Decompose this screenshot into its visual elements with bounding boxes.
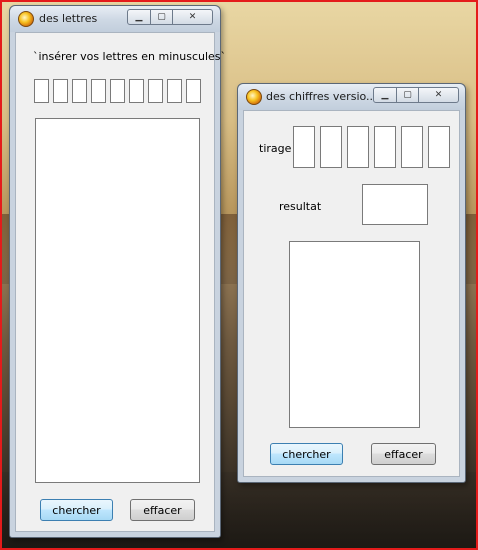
draw-label: tirage: [259, 142, 292, 155]
numbers-window[interactable]: des chiffres versio... ▁ ▢ ✕ tirage resu…: [237, 83, 466, 483]
letter-input-9[interactable]: [186, 79, 201, 103]
letters-clear-button[interactable]: effacer: [130, 499, 195, 521]
numbers-window-titlebar[interactable]: des chiffres versio... ▁ ▢ ✕: [238, 84, 465, 110]
letter-input-5[interactable]: [110, 79, 125, 103]
maximize-icon[interactable]: ▢: [151, 9, 173, 25]
numbers-search-button[interactable]: chercher: [270, 443, 343, 465]
letters-search-button[interactable]: chercher: [40, 499, 113, 521]
draw-input-2[interactable]: [320, 126, 342, 168]
draw-input-6[interactable]: [428, 126, 450, 168]
letter-input-4[interactable]: [91, 79, 106, 103]
maximize-icon[interactable]: ▢: [397, 87, 419, 103]
close-icon[interactable]: ✕: [173, 9, 213, 25]
draw-input-1[interactable]: [293, 126, 315, 168]
draw-input-5[interactable]: [401, 126, 423, 168]
result-value-field[interactable]: [362, 184, 428, 225]
result-label: resultat: [279, 200, 322, 213]
letter-input-6[interactable]: [129, 79, 144, 103]
letter-input-3[interactable]: [72, 79, 87, 103]
letters-window-titlebar[interactable]: des lettres ▁ ▢ ✕: [10, 6, 220, 32]
letter-input-2[interactable]: [53, 79, 68, 103]
letters-client-area: `insérer vos lettres en minuscules` cher…: [15, 32, 226, 532]
letter-input-8[interactable]: [167, 79, 182, 103]
letters-instruction: `insérer vos lettres en minuscules`: [33, 50, 227, 63]
close-icon[interactable]: ✕: [419, 87, 459, 103]
letter-input-1[interactable]: [34, 79, 49, 103]
letters-window-title: des lettres: [39, 12, 98, 25]
letters-window[interactable]: des lettres ▁ ▢ ✕ `insérer vos lettres e…: [9, 5, 226, 538]
app-icon: [246, 89, 262, 105]
numbers-output-list[interactable]: [289, 241, 420, 428]
numbers-window-title: des chiffres versio...: [266, 90, 377, 103]
minimize-icon[interactable]: ▁: [127, 9, 151, 25]
app-icon: [18, 11, 34, 27]
minimize-icon[interactable]: ▁: [373, 87, 397, 103]
draw-input-3[interactable]: [347, 126, 369, 168]
words-result-list[interactable]: [35, 118, 200, 483]
numbers-clear-button[interactable]: effacer: [371, 443, 436, 465]
draw-input-4[interactable]: [374, 126, 396, 168]
numbers-client-area: tirage resultat chercher effacer: [243, 110, 460, 477]
letter-input-7[interactable]: [148, 79, 163, 103]
